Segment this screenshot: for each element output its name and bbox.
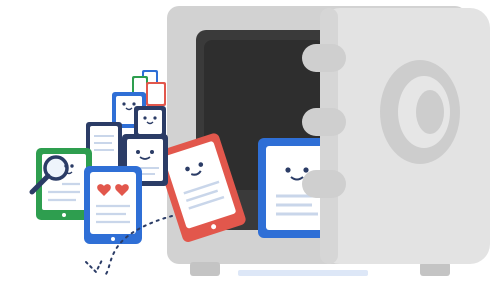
dial-center <box>416 90 444 134</box>
eye-right <box>70 164 74 168</box>
eye-right <box>150 150 154 154</box>
safe-door <box>302 8 490 264</box>
navy-tablet-small-screen <box>138 110 162 134</box>
safe-foot-left <box>190 262 220 276</box>
safe-devices-illustration <box>29 6 490 277</box>
small-device-red-top <box>146 82 166 106</box>
eye-left <box>143 116 147 120</box>
blue-phone-home-button <box>111 237 115 241</box>
hinge-bottom <box>302 170 346 198</box>
blue-phone-screen <box>90 172 136 234</box>
small-device-screen <box>134 78 146 94</box>
eye-left <box>122 102 126 106</box>
navy-ereader-screen <box>90 126 118 168</box>
eye-right <box>132 102 136 106</box>
dotted-trail-arrowhead <box>85 259 103 274</box>
navy-tablet-small <box>134 106 166 138</box>
hinge-top <box>302 44 346 72</box>
blue-tablet-eye-left <box>285 167 291 173</box>
eye-left <box>136 150 140 154</box>
safe-foot-right <box>420 262 450 276</box>
hinge-middle <box>302 108 346 136</box>
small-device-screen <box>148 84 164 104</box>
eye-left <box>64 164 68 168</box>
blue-tablet-eye-right <box>303 167 309 173</box>
safe-base-strip <box>238 270 368 276</box>
eye-right <box>153 116 157 120</box>
green-tablet-home-button <box>62 213 66 217</box>
